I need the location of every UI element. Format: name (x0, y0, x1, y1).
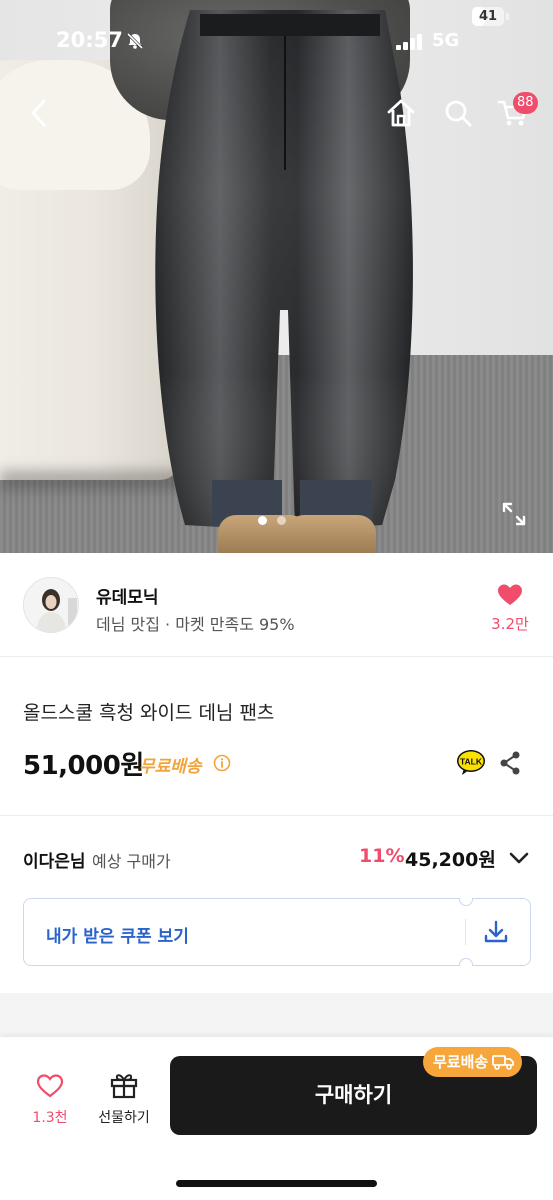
seller-name[interactable]: 유데모닉 (96, 583, 159, 608)
kakaotalk-share-icon[interactable]: TALK (456, 748, 486, 778)
heart-outline-icon (36, 1074, 64, 1098)
battery-icon: 41 (472, 7, 504, 26)
avatar-photo (24, 578, 78, 632)
chevron-down-icon[interactable] (508, 848, 530, 868)
coupon-label: 내가 받은 쿠폰 보기 (46, 927, 189, 947)
truck-icon (492, 1055, 515, 1070)
member-name: 이다은님 (23, 852, 86, 872)
share-icon[interactable] (498, 750, 522, 776)
seller-avatar[interactable] (23, 577, 79, 633)
download-icon[interactable] (483, 919, 509, 945)
gift-button[interactable]: 선물하기 (88, 1071, 160, 1127)
status-bar: 20:57 5G (0, 24, 553, 60)
home-button[interactable] (380, 92, 422, 134)
heart-filled-icon[interactable] (497, 583, 523, 607)
section-spacer (0, 993, 553, 1037)
free-shipping-badge: 무료배송 (423, 1047, 523, 1077)
battery-level: 41 (478, 9, 498, 24)
home-icon (387, 99, 415, 127)
search-icon (445, 100, 472, 127)
discount-rate: 11% (359, 845, 405, 867)
chevron-left-icon (31, 99, 46, 127)
right-shoe-image (286, 515, 376, 553)
gallery-pagination (258, 516, 286, 525)
network-type: 5G (432, 30, 460, 51)
back-button[interactable] (18, 92, 60, 134)
product-price: 51,000원 (23, 751, 144, 781)
product-title: 올드스쿨 흑청 와이드 데님 팬츠 (23, 702, 275, 724)
home-indicator (176, 1180, 377, 1187)
free-shipping-label: 무료배송 (139, 757, 202, 777)
expand-icon[interactable] (500, 500, 528, 528)
pagination-dot-active (258, 516, 267, 525)
cart-count-badge: 88 (513, 92, 538, 114)
seller-subtitle: 데님 맛집 · 마켓 만족도 95% (96, 615, 295, 634)
seller-like-count: 3.2만 (491, 615, 529, 633)
bottom-action-bar: 1.3천 선물하기 구매하기 무료배송 (0, 1037, 553, 1200)
coupon-view-button[interactable]: 내가 받은 쿠폰 보기 (23, 898, 531, 966)
member-price-value: 45,200원 (405, 849, 496, 871)
gift-icon (110, 1074, 138, 1099)
pagination-dot (277, 516, 286, 525)
info-icon[interactable] (213, 754, 231, 772)
gift-label: 선물하기 (98, 1110, 150, 1126)
svg-text:TALK: TALK (460, 757, 483, 767)
status-time: 20:57 (56, 28, 123, 52)
signal-icon (396, 34, 422, 50)
seller-section[interactable]: 유데모닉 데님 맛집 · 마켓 만족도 95% 3.2만 (0, 553, 553, 657)
wishlist-button[interactable]: 1.3천 (22, 1073, 78, 1127)
wishlist-count: 1.3천 (32, 1110, 68, 1126)
product-image-gallery[interactable]: 20:57 5G 41 88 (0, 0, 553, 553)
member-price-label: 예상 구매가 (92, 852, 171, 871)
section-divider (0, 815, 553, 816)
bell-off-icon (126, 32, 144, 50)
free-shipping-badge-label: 무료배송 (433, 1053, 489, 1071)
search-button[interactable] (437, 92, 479, 134)
jeans-image (155, 10, 413, 530)
